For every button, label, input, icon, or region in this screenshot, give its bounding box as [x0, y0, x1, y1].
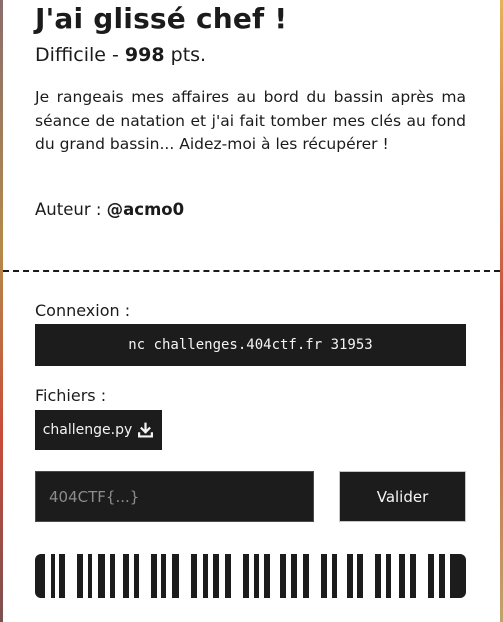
challenge-meta: Difficile - 998 pts. — [35, 44, 206, 66]
points-suffix: pts. — [164, 44, 207, 66]
download-icon — [138, 422, 154, 438]
files-label: Fichiers : — [35, 386, 107, 405]
dashed-divider — [3, 270, 500, 272]
connection-command-box[interactable]: nc challenges.404ctf.fr 31953 — [35, 324, 466, 366]
submit-button[interactable]: Valider — [339, 471, 466, 522]
meta-separator: - — [105, 44, 125, 66]
challenge-card: J'ai glissé chef ! Difficile - 998 pts. … — [3, 0, 500, 622]
challenge-title: J'ai glissé chef ! — [35, 2, 288, 35]
points-value: 998 — [124, 44, 165, 66]
challenge-description: Je rangeais mes affaires au bord du bass… — [35, 88, 466, 153]
connection-label: Connexion : — [35, 301, 131, 320]
file-name: challenge.py — [42, 422, 133, 438]
author-name: @acmo0 — [106, 200, 185, 219]
author-line: Auteur : @acmo0 — [35, 200, 184, 219]
barcode-graphic — [35, 554, 466, 598]
author-label: Auteur : — [35, 200, 107, 219]
file-download-button-challenge-py[interactable]: challenge.py — [35, 410, 162, 450]
flag-input[interactable] — [35, 471, 314, 522]
difficulty-label: Difficile — [35, 44, 106, 66]
connection-command: nc challenges.404ctf.fr 31953 — [128, 337, 373, 353]
